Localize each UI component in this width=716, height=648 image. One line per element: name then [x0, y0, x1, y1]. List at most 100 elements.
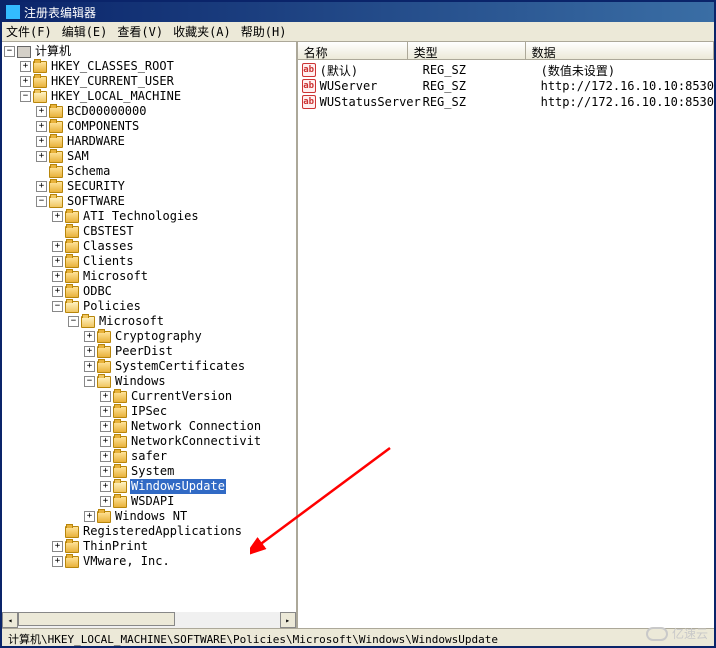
scroll-right-button[interactable]: ▸ — [280, 612, 296, 628]
tree-safer[interactable]: +safer — [4, 449, 296, 464]
folder-icon — [65, 286, 79, 298]
tree-microsoft[interactable]: +Microsoft — [4, 269, 296, 284]
folder-icon — [49, 181, 63, 193]
list-pane: 名称 类型 数据 ab (默认) REG_SZ (数值未设置) ab WUSer… — [298, 42, 714, 628]
column-data[interactable]: 数据 — [526, 42, 714, 59]
folder-open-icon — [33, 91, 47, 103]
tree-hklm[interactable]: −HKEY_LOCAL_MACHINE — [4, 89, 296, 104]
tree-wsdapi[interactable]: +WSDAPI — [4, 494, 296, 509]
folder-icon — [97, 361, 111, 373]
tree-cryptography[interactable]: +Cryptography — [4, 329, 296, 344]
column-type[interactable]: 类型 — [408, 42, 526, 59]
app-icon — [6, 5, 20, 19]
folder-icon — [33, 61, 47, 73]
registry-editor-window: 注册表编辑器 文件(F) 编辑(E) 查看(V) 收藏夹(A) 帮助(H) −计… — [0, 0, 716, 648]
tree-windowsupdate[interactable]: +WindowsUpdate — [4, 479, 296, 494]
folder-icon — [65, 271, 79, 283]
list-row[interactable]: ab (默认) REG_SZ (数值未设置) — [298, 62, 714, 78]
tree-components[interactable]: +COMPONENTS — [4, 119, 296, 134]
string-value-icon: ab — [302, 95, 316, 109]
folder-icon — [65, 211, 79, 223]
folder-icon — [113, 391, 127, 403]
scroll-thumb[interactable] — [18, 612, 175, 626]
menu-help[interactable]: 帮助(H) — [241, 23, 287, 40]
tree-currentversion[interactable]: +CurrentVersion — [4, 389, 296, 404]
tree-bcd[interactable]: +BCD00000000 — [4, 104, 296, 119]
folder-open-icon — [113, 481, 127, 493]
tree-networkconnectivity[interactable]: +NetworkConnectivit — [4, 434, 296, 449]
tree-pane[interactable]: −计算机 +HKEY_CLASSES_ROOT +HKEY_CURRENT_US… — [2, 42, 298, 628]
tree-sam[interactable]: +SAM — [4, 149, 296, 164]
folder-icon — [65, 541, 79, 553]
tree-windows[interactable]: −Windows — [4, 374, 296, 389]
menu-favorites[interactable]: 收藏夹(A) — [173, 23, 231, 40]
tree-networkconnection[interactable]: +Network Connection — [4, 419, 296, 434]
folder-icon — [65, 556, 79, 568]
tree-clients[interactable]: +Clients — [4, 254, 296, 269]
folder-icon — [97, 331, 111, 343]
titlebar[interactable]: 注册表编辑器 — [2, 2, 714, 22]
folder-icon — [49, 121, 63, 133]
string-value-icon: ab — [302, 79, 316, 93]
tree-horizontal-scrollbar[interactable]: ◂ ▸ — [2, 612, 296, 628]
folder-open-icon — [97, 376, 111, 388]
tree-ati[interactable]: +ATI Technologies — [4, 209, 296, 224]
folder-icon — [113, 451, 127, 463]
folder-icon — [49, 136, 63, 148]
folder-icon — [49, 166, 63, 178]
expand-icon[interactable]: + — [20, 61, 31, 72]
tree-thinprint[interactable]: +ThinPrint — [4, 539, 296, 554]
string-value-icon: ab — [302, 63, 316, 77]
menubar: 文件(F) 编辑(E) 查看(V) 收藏夹(A) 帮助(H) — [2, 22, 714, 42]
list-row[interactable]: ab WUStatusServer REG_SZ http://172.16.1… — [298, 94, 714, 110]
tree-cbstest[interactable]: CBSTEST — [4, 224, 296, 239]
tree-systemcertificates[interactable]: +SystemCertificates — [4, 359, 296, 374]
folder-icon — [113, 466, 127, 478]
menu-edit[interactable]: 编辑(E) — [62, 23, 108, 40]
folder-open-icon — [81, 316, 95, 328]
computer-icon — [17, 46, 31, 58]
tree-policies-microsoft[interactable]: −Microsoft — [4, 314, 296, 329]
folder-open-icon — [49, 196, 63, 208]
tree-hkcu[interactable]: +HKEY_CURRENT_USER — [4, 74, 296, 89]
list-body[interactable]: ab (默认) REG_SZ (数值未设置) ab WUServer REG_S… — [298, 60, 714, 628]
list-row[interactable]: ab WUServer REG_SZ http://172.16.10.10:8… — [298, 78, 714, 94]
tree-windowsnt[interactable]: +Windows NT — [4, 509, 296, 524]
folder-icon — [49, 151, 63, 163]
folder-icon — [113, 496, 127, 508]
tree-classes[interactable]: +Classes — [4, 239, 296, 254]
tree-peerdist[interactable]: +PeerDist — [4, 344, 296, 359]
folder-icon — [65, 226, 79, 238]
folder-icon — [65, 526, 79, 538]
tree-vmware[interactable]: +VMware, Inc. — [4, 554, 296, 569]
tree-hardware[interactable]: +HARDWARE — [4, 134, 296, 149]
collapse-icon[interactable]: − — [20, 91, 31, 102]
tree-root[interactable]: −计算机 — [4, 44, 296, 59]
collapse-icon[interactable]: − — [4, 46, 15, 57]
tree-security[interactable]: +SECURITY — [4, 179, 296, 194]
folder-icon — [49, 106, 63, 118]
expand-icon[interactable]: + — [20, 76, 31, 87]
tree-ipsec[interactable]: +IPSec — [4, 404, 296, 419]
split-pane: −计算机 +HKEY_CLASSES_ROOT +HKEY_CURRENT_US… — [2, 42, 714, 628]
folder-open-icon — [65, 301, 79, 313]
tree-schema[interactable]: Schema — [4, 164, 296, 179]
tree-system[interactable]: +System — [4, 464, 296, 479]
scroll-left-button[interactable]: ◂ — [2, 612, 18, 628]
window-title: 注册表编辑器 — [24, 4, 96, 21]
folder-icon — [97, 511, 111, 523]
folder-icon — [113, 421, 127, 433]
tree-policies[interactable]: −Policies — [4, 299, 296, 314]
tree-odbc[interactable]: +ODBC — [4, 284, 296, 299]
tree-hkcr[interactable]: +HKEY_CLASSES_ROOT — [4, 59, 296, 74]
folder-icon — [97, 346, 111, 358]
watermark: 亿速云 — [646, 625, 708, 642]
tree-software[interactable]: −SOFTWARE — [4, 194, 296, 209]
folder-icon — [65, 241, 79, 253]
folder-icon — [65, 256, 79, 268]
menu-file[interactable]: 文件(F) — [6, 23, 52, 40]
cloud-icon — [646, 627, 668, 641]
menu-view[interactable]: 查看(V) — [117, 23, 163, 40]
tree-registeredapplications[interactable]: RegisteredApplications — [4, 524, 296, 539]
column-name[interactable]: 名称 — [298, 42, 408, 59]
